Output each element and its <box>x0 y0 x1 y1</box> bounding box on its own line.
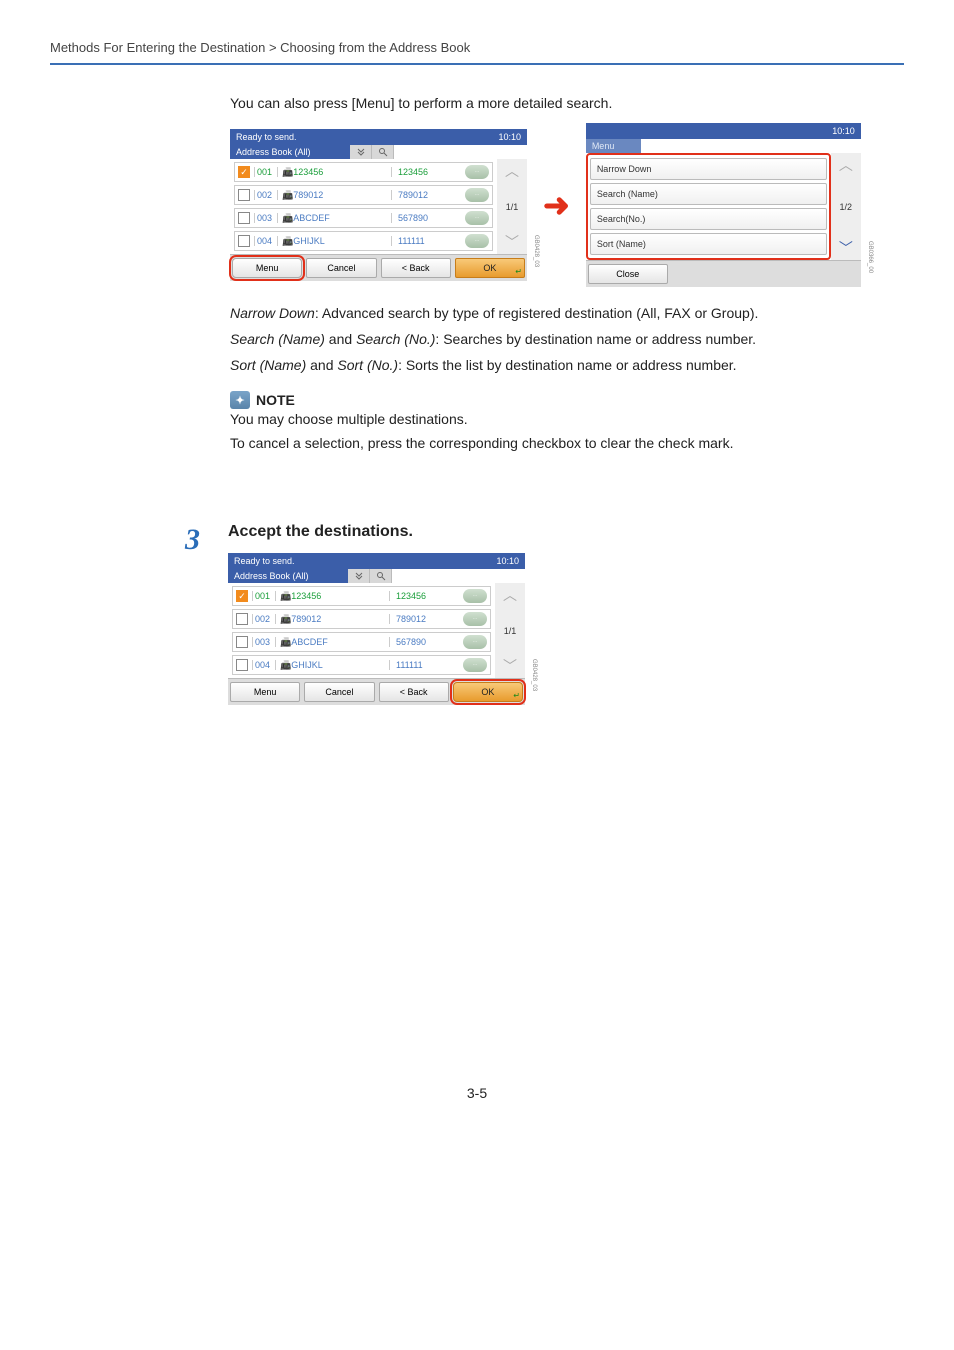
lcd-title: Ready to send. <box>236 132 297 142</box>
fax-icon: 📠 <box>280 637 291 648</box>
sort-icon[interactable] <box>348 569 370 583</box>
image-tag: GB0428_03 <box>531 659 537 691</box>
page-indicator: 1/2 <box>831 177 861 236</box>
fax-icon: 📠 <box>280 614 291 625</box>
arrow-right-icon: ➜ <box>539 186 574 224</box>
enter-icon: ↵ <box>515 267 522 276</box>
fax-icon: 📠 <box>282 167 293 178</box>
detail-button[interactable]: ⋯ <box>465 188 489 202</box>
cancel-button[interactable]: Cancel <box>306 258 376 278</box>
fax-icon: 📠 <box>282 236 293 247</box>
scroll-up-icon[interactable]: ︿ <box>495 583 525 607</box>
search-icon[interactable] <box>372 145 394 159</box>
fax-icon: 📠 <box>282 213 293 224</box>
sort-icon[interactable] <box>350 145 372 159</box>
list-item[interactable]: 002📠789012789012⋯ <box>234 185 493 205</box>
back-button[interactable]: < Back <box>379 682 449 702</box>
note-icon: ✦ <box>230 391 250 409</box>
search-icon[interactable] <box>370 569 392 583</box>
page-indicator: 1/1 <box>497 183 527 230</box>
list-item[interactable]: ✓001📠123456123456⋯ <box>234 162 493 182</box>
close-button[interactable]: Close <box>588 264 668 284</box>
note-body: You may choose multiple destinations. To… <box>230 411 920 451</box>
detail-button[interactable]: ⋯ <box>463 612 487 626</box>
menu-button[interactable]: Menu <box>230 682 300 702</box>
lcd-title: Ready to send. <box>234 556 295 566</box>
image-tag: GB0428_03 <box>533 235 539 267</box>
fax-icon: 📠 <box>282 190 293 201</box>
list-item[interactable]: 004📠GHIJKL111111⋯ <box>234 231 493 251</box>
checkbox-icon[interactable] <box>236 636 248 648</box>
list-item[interactable]: 004📠GHIJKL111111⋯ <box>232 655 491 675</box>
fax-icon: 📠 <box>280 660 291 671</box>
checkbox-icon[interactable] <box>236 659 248 671</box>
address-book-tab[interactable]: Address Book (All) <box>230 145 350 159</box>
menu-item-search-no[interactable]: Search(No.) <box>590 208 827 230</box>
checkbox-icon[interactable] <box>238 189 250 201</box>
list-item[interactable]: ✓001📠123456123456⋯ <box>232 586 491 606</box>
ok-button[interactable]: OK↵ <box>453 682 523 702</box>
image-tag: GB0366_00 <box>867 241 873 273</box>
detail-button[interactable]: ⋯ <box>465 165 489 179</box>
list-item[interactable]: 003📠ABCDEF567890⋯ <box>232 632 491 652</box>
lcd-time: 10:10 <box>496 556 519 566</box>
menu-item-sort-name[interactable]: Sort (Name) <box>590 233 827 255</box>
step-number: 3 <box>185 523 210 705</box>
menu-item-narrow-down[interactable]: Narrow Down <box>590 158 827 180</box>
fax-icon: 📠 <box>280 591 291 602</box>
checkbox-icon[interactable]: ✓ <box>236 590 248 602</box>
scroll-down-icon[interactable]: ﹀ <box>831 236 861 260</box>
cancel-button[interactable]: Cancel <box>304 682 374 702</box>
detail-button[interactable]: ⋯ <box>463 658 487 672</box>
page-indicator: 1/1 <box>495 607 525 654</box>
scroll-up-icon[interactable]: ︿ <box>497 159 527 183</box>
ok-button[interactable]: OK↵ <box>455 258 525 278</box>
checkbox-icon[interactable] <box>236 613 248 625</box>
scroll-down-icon[interactable]: ﹀ <box>495 654 525 678</box>
description-block: Narrow Down: Advanced search by type of … <box>230 305 920 373</box>
lcd-time: 10:10 <box>832 126 855 136</box>
scroll-up-icon[interactable]: ︿ <box>831 153 861 177</box>
detail-button[interactable]: ⋯ <box>463 635 487 649</box>
page-number: 3-5 <box>50 1085 904 1101</box>
checkbox-icon[interactable]: ✓ <box>238 166 250 178</box>
menu-panel: 10:10 Menu Narrow Down Search (Name) Sea… <box>586 123 861 287</box>
note-heading: NOTE <box>256 392 295 408</box>
detail-button[interactable]: ⋯ <box>463 589 487 603</box>
intro-text: You can also press [Menu] to perform a m… <box>230 95 920 111</box>
step-title: Accept the destinations. <box>228 523 920 541</box>
lcd-time: 10:10 <box>498 132 521 142</box>
scroll-down-icon[interactable]: ﹀ <box>497 230 527 254</box>
checkbox-icon[interactable] <box>238 212 250 224</box>
enter-icon: ↵ <box>513 691 520 700</box>
menu-item-search-name[interactable]: Search (Name) <box>590 183 827 205</box>
list-item[interactable]: 002📠789012789012⋯ <box>232 609 491 629</box>
menu-button[interactable]: Menu <box>232 258 302 278</box>
detail-button[interactable]: ⋯ <box>465 211 489 225</box>
back-button[interactable]: < Back <box>381 258 451 278</box>
address-book-panel-2: Ready to send. 10:10 Address Book (All) … <box>228 553 525 705</box>
detail-button[interactable]: ⋯ <box>465 234 489 248</box>
list-item[interactable]: 003📠ABCDEF567890⋯ <box>234 208 493 228</box>
breadcrumb: Methods For Entering the Destination > C… <box>50 40 904 65</box>
menu-tab: Menu <box>586 139 641 153</box>
address-book-panel-1: Ready to send. 10:10 Address Book (All) … <box>230 129 527 281</box>
checkbox-icon[interactable] <box>238 235 250 247</box>
address-book-tab[interactable]: Address Book (All) <box>228 569 348 583</box>
